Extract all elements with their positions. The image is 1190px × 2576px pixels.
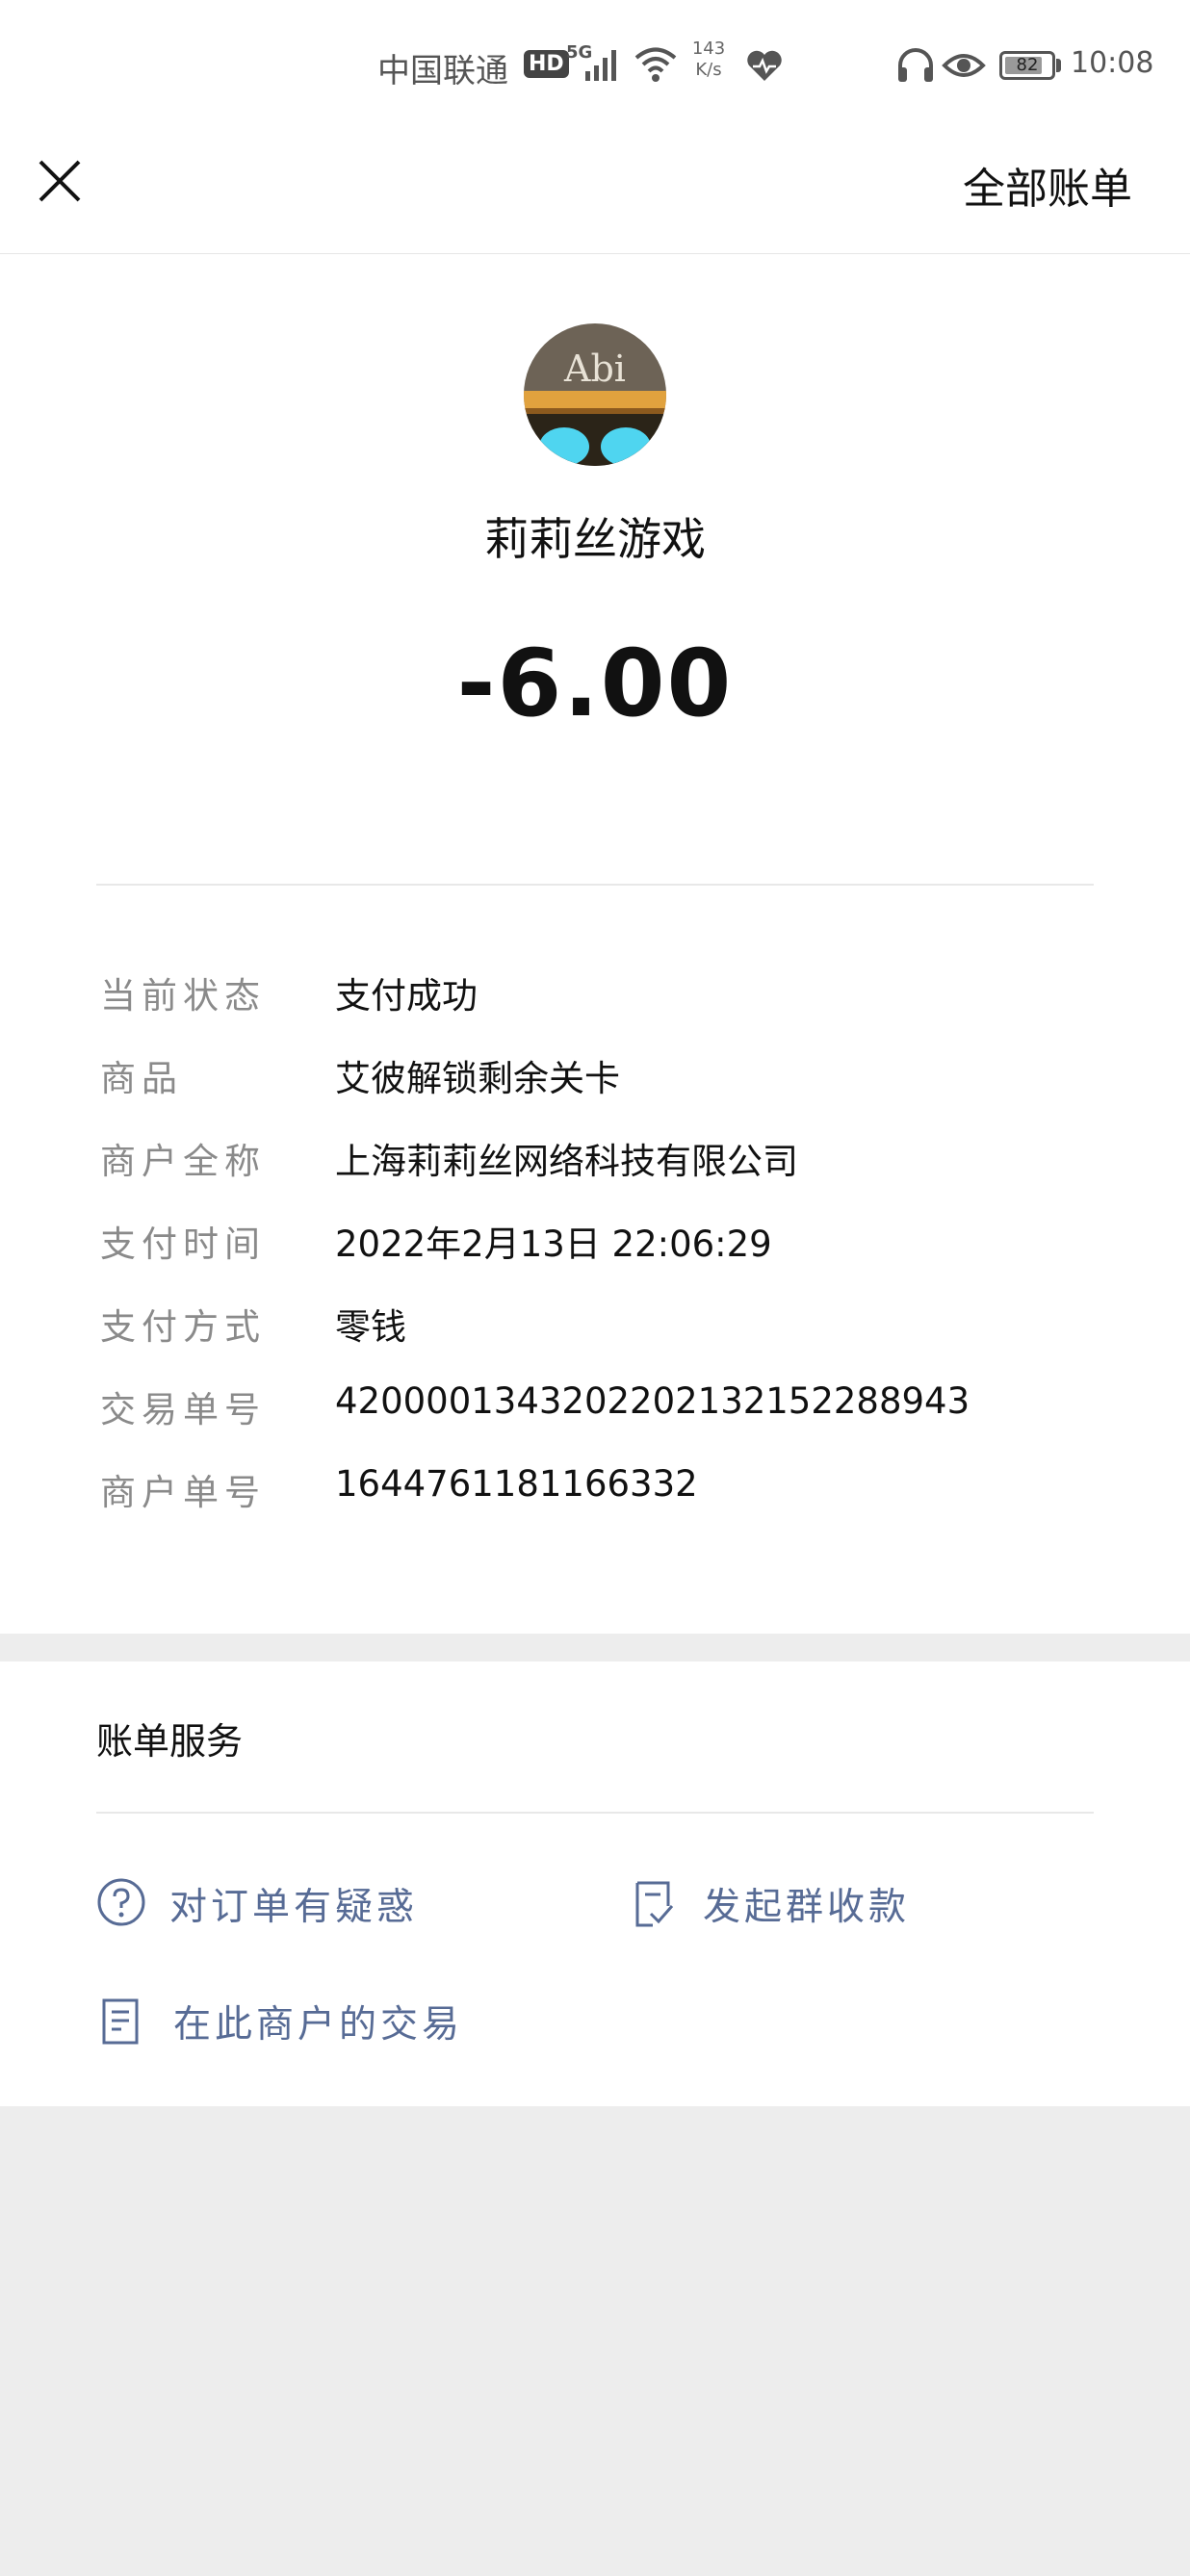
detail-label-pay-method: 支付方式 [100, 1306, 266, 1348]
services-divider [96, 1812, 1094, 1814]
group-collect-label: 发起群收款 [703, 1886, 911, 1929]
detail-value-merchant-order-no[interactable]: 1644761181166332 [335, 1463, 698, 1505]
merchant-name: 莉莉丝游戏 [484, 513, 706, 565]
bill-services-title: 账单服务 [96, 1720, 244, 1763]
hd-badge: HD [524, 50, 569, 78]
detail-label-transaction-no: 交易单号 [100, 1389, 266, 1430]
detail-value-pay-method: 零钱 [335, 1306, 406, 1348]
wifi-icon [634, 47, 677, 82]
merchant-avatar: Abi [524, 323, 666, 466]
detail-value-product: 艾彼解锁剩余关卡 [335, 1058, 620, 1099]
speed-unit: K/s [695, 60, 722, 80]
detail-value-status: 支付成功 [335, 975, 478, 1017]
question-circle-icon [97, 1878, 145, 1926]
speed-value: 143 [691, 39, 726, 59]
eye-comfort-icon [942, 54, 986, 77]
signal-icon [585, 50, 616, 81]
detail-value-merchant-full-name: 上海莉莉丝网络科技有限公司 [335, 1141, 798, 1182]
detail-value-pay-time: 2022年2月13日 22:06:29 [335, 1224, 772, 1265]
battery-level: 82 [1016, 55, 1039, 75]
network-speed: 143 K/s [689, 39, 728, 81]
document-icon [102, 1998, 139, 2045]
headphones-icon [898, 48, 933, 82]
transaction-amount: -6.00 [456, 630, 734, 737]
detail-value-transaction-no[interactable]: 4200001343202202132152288943 [335, 1380, 970, 1422]
status-bar: 中国联通 HD 5G 143 K/s 82 10:08 [0, 0, 1190, 125]
all-bills-link[interactable]: 全部账单 [963, 154, 1132, 216]
close-icon[interactable] [37, 158, 83, 204]
health-heart-icon [747, 50, 782, 81]
checklist-icon [635, 1881, 674, 1927]
detail-label-status: 当前状态 [100, 975, 266, 1017]
amount-divider [96, 884, 1094, 886]
merchant-transactions-label: 在此商户的交易 [173, 2003, 464, 2047]
battery-icon: 82 [999, 51, 1055, 80]
order-question-label: 对订单有疑惑 [169, 1886, 419, 1929]
detail-label-product: 商品 [100, 1058, 183, 1099]
detail-label-pay-time: 支付时间 [100, 1224, 266, 1265]
battery-cap [1056, 59, 1061, 72]
clock: 10:08 [1071, 46, 1154, 80]
avatar-lettering: Abi [563, 348, 626, 390]
top-nav-bar: 全部账单 [0, 125, 1190, 254]
carrier-label: 中国联通 [377, 52, 508, 90]
detail-label-merchant-order-no: 商户单号 [100, 1472, 266, 1513]
detail-label-merchant-full-name: 商户全称 [100, 1141, 266, 1182]
